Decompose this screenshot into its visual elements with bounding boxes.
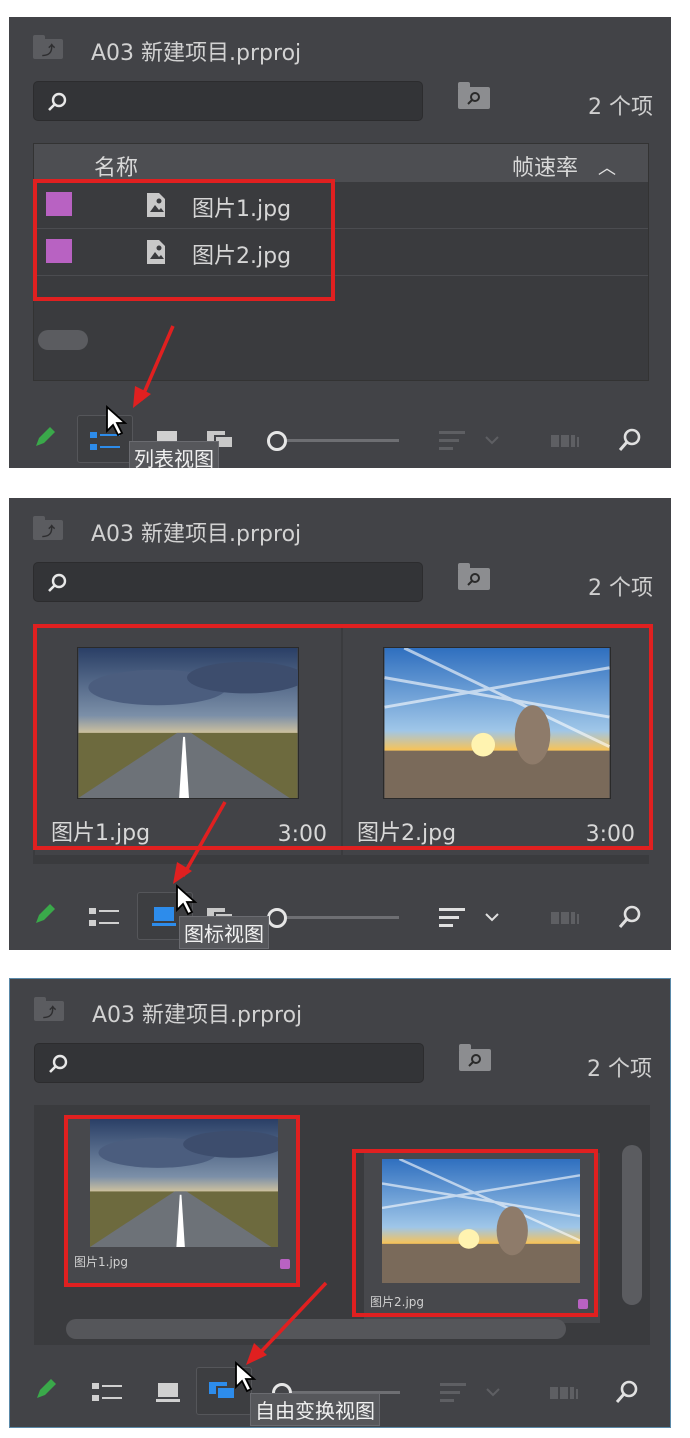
find-icon[interactable] bbox=[617, 427, 643, 453]
red-arrow bbox=[246, 1281, 328, 1365]
pencil-icon[interactable] bbox=[33, 902, 57, 926]
panel-title: A03 新建项目.prproj bbox=[91, 41, 302, 66]
new-bin-icon[interactable] bbox=[458, 563, 490, 590]
bottom-toolbar bbox=[9, 884, 671, 944]
chevron-up-icon[interactable]: ︿ bbox=[598, 154, 616, 180]
chevron-down-icon[interactable] bbox=[485, 912, 499, 922]
horizontal-scrollbar[interactable] bbox=[38, 330, 88, 350]
pencil-icon[interactable] bbox=[34, 1377, 58, 1401]
search-icon bbox=[49, 1054, 68, 1073]
tooltip: 列表视图 bbox=[129, 441, 219, 468]
folder-up-icon[interactable]: ⤴ bbox=[33, 35, 63, 59]
pencil-icon[interactable] bbox=[33, 425, 57, 449]
automate-sequence-icon[interactable] bbox=[550, 1383, 582, 1401]
item-count: 2 个项 bbox=[588, 95, 653, 120]
find-icon[interactable] bbox=[614, 1379, 640, 1405]
find-icon[interactable] bbox=[617, 904, 643, 930]
zoom-slider-track[interactable] bbox=[287, 439, 399, 442]
red-arrow bbox=[173, 801, 227, 884]
chevron-down-icon[interactable] bbox=[485, 435, 499, 445]
highlight-box bbox=[352, 1149, 598, 1317]
mouse-cursor bbox=[235, 1361, 257, 1393]
folder-up-icon[interactable]: ⤴ bbox=[34, 997, 64, 1021]
highlight-box bbox=[33, 624, 653, 850]
search-icon bbox=[48, 573, 67, 592]
zoom-slider-knob[interactable] bbox=[267, 431, 287, 451]
sort-icon[interactable] bbox=[439, 429, 465, 451]
project-panel-list-view: ⤴ A03 新建项目.prproj 2 个项 名称 帧速率 ︿ 图片1.jpg … bbox=[9, 17, 671, 468]
automate-sequence-icon[interactable] bbox=[551, 431, 583, 449]
automate-sequence-icon[interactable] bbox=[551, 908, 583, 926]
search-input[interactable] bbox=[33, 562, 423, 602]
tooltip: 自由变换视图 bbox=[250, 1393, 380, 1426]
column-frame-rate[interactable]: 帧速率 bbox=[512, 150, 578, 182]
search-input[interactable] bbox=[34, 1043, 424, 1083]
zoom-slider-knob[interactable] bbox=[267, 908, 287, 928]
mouse-cursor bbox=[176, 884, 198, 916]
new-bin-icon[interactable] bbox=[459, 1044, 491, 1071]
highlight-box bbox=[33, 179, 335, 301]
vertical-scrollbar[interactable] bbox=[622, 1145, 642, 1305]
chevron-down-icon[interactable] bbox=[486, 1387, 500, 1397]
list-view-icon[interactable] bbox=[89, 906, 119, 928]
search-icon bbox=[48, 92, 67, 111]
column-name[interactable]: 名称 bbox=[94, 150, 138, 182]
red-arrow bbox=[133, 325, 175, 408]
list-header: 名称 帧速率 ︿ bbox=[34, 144, 648, 182]
tooltip: 图标视图 bbox=[179, 916, 269, 949]
sort-icon[interactable] bbox=[439, 906, 465, 928]
panel-title: A03 新建项目.prproj bbox=[92, 1003, 303, 1028]
folder-up-icon[interactable]: ⤴ bbox=[33, 516, 63, 540]
project-panel-freeform-view: ⤴ A03 新建项目.prproj 2 个项 图片1.jpg 图片2.jpg 自… bbox=[9, 978, 671, 1428]
item-count: 2 个项 bbox=[588, 576, 653, 601]
list-view-icon[interactable] bbox=[92, 1381, 122, 1403]
icon-view-icon[interactable] bbox=[156, 1381, 184, 1403]
sort-icon[interactable] bbox=[440, 1381, 466, 1403]
search-input[interactable] bbox=[33, 81, 423, 121]
item-count: 2 个项 bbox=[587, 1057, 652, 1082]
mouse-cursor bbox=[106, 405, 128, 437]
zoom-slider-track[interactable] bbox=[287, 916, 399, 919]
new-bin-icon[interactable] bbox=[458, 82, 490, 109]
project-panel-icon-view: ⤴ A03 新建项目.prproj 2 个项 图片1.jpg 3:00 图片2.… bbox=[9, 498, 671, 950]
panel-title: A03 新建项目.prproj bbox=[91, 522, 302, 547]
highlight-box bbox=[64, 1115, 300, 1287]
